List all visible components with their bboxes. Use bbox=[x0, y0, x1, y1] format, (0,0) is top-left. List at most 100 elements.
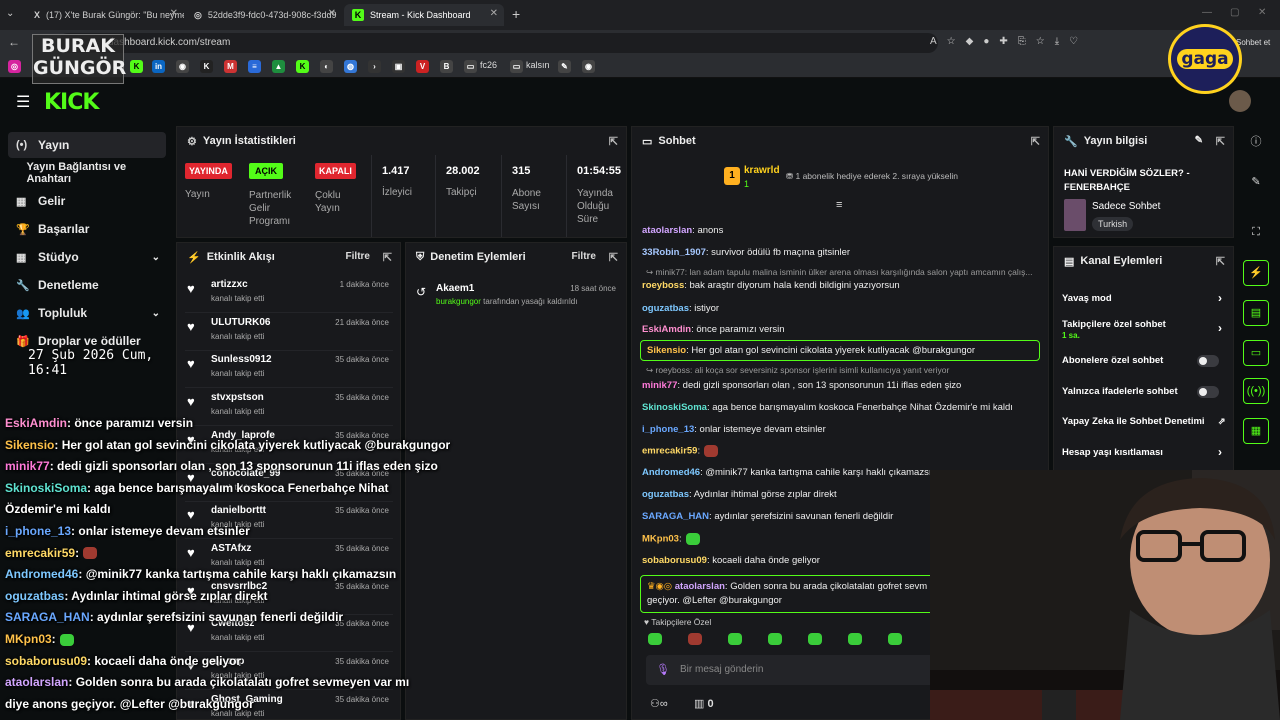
filter-button[interactable]: Filtre bbox=[346, 251, 370, 262]
chat-message[interactable]: roeyboss: bak araştır diyorum hala kendi… bbox=[642, 280, 1048, 291]
reward-icon[interactable]: ▥ 0 bbox=[694, 697, 714, 710]
bookmark-fc26[interactable]: fc26 bbox=[480, 60, 497, 70]
chat-username[interactable]: sobaborusu09 bbox=[642, 555, 707, 566]
chat-username[interactable]: emrecakir59 bbox=[642, 446, 697, 457]
sidebar-item-denetleme[interactable]: 🔧 Denetleme bbox=[8, 272, 166, 298]
edit-icon[interactable]: ✎ bbox=[1243, 170, 1269, 196]
chat-username[interactable]: roeyboss bbox=[642, 280, 684, 291]
mod-actor[interactable]: burakgungor bbox=[436, 297, 481, 306]
bookmark-icon[interactable]: ◍ bbox=[344, 60, 357, 73]
drive-bookmark-icon[interactable]: ▲ bbox=[272, 60, 285, 73]
activity-item[interactable]: ♥ Sunless0912 kanalı takip etti 35 dakika ö… bbox=[185, 350, 393, 389]
linkedin-bookmark-icon[interactable]: in bbox=[152, 60, 165, 73]
sidebar-item-topluluk[interactable]: 👥 Topluluk ⌄ bbox=[8, 300, 166, 326]
docs-bookmark-icon[interactable]: ≡ bbox=[248, 60, 261, 73]
folder-icon[interactable]: ▭ bbox=[464, 60, 477, 73]
top-gifter-name[interactable]: krawrld bbox=[744, 165, 780, 176]
action-slow-mode[interactable]: Yavaş mod › bbox=[1062, 291, 1230, 305]
chat-message[interactable]: oguzatbas: istiyor bbox=[642, 303, 1048, 314]
instagram-bookmark-icon[interactable]: ◎ bbox=[8, 60, 21, 73]
popout-icon[interactable]: ⇱ bbox=[1031, 135, 1040, 148]
bookmark-icon[interactable]: ◉ bbox=[176, 60, 189, 73]
bookmark-icon[interactable]: › bbox=[368, 60, 381, 73]
chat-username[interactable]: ataolarslan bbox=[675, 581, 725, 592]
action-account-age[interactable]: Hesap yaşı kısıtlaması › bbox=[1062, 445, 1230, 459]
emote-icon[interactable] bbox=[808, 633, 822, 645]
close-icon[interactable]: ✕ bbox=[328, 8, 336, 19]
mod-target-user[interactable]: Akaem1 bbox=[436, 283, 474, 294]
activity-user[interactable]: danielborttt bbox=[211, 505, 266, 516]
fullscreen-icon[interactable]: ⛶ bbox=[1243, 220, 1269, 246]
edit-icon[interactable]: ✎ bbox=[1195, 135, 1203, 146]
chat-username[interactable]: minik77 bbox=[642, 380, 677, 391]
close-icon[interactable]: ✕ bbox=[490, 8, 498, 19]
popout-icon[interactable]: ⇱ bbox=[1216, 135, 1225, 148]
gift-prompt[interactable]: ⛃ 1 abonelik hediye ederek 2. sıraya yük… bbox=[786, 171, 958, 182]
activity-item[interactable]: ♥ artizzxc kanalı takip etti 1 dakika önce bbox=[185, 275, 393, 313]
chat-username[interactable]: MKpn03 bbox=[642, 534, 679, 545]
copilot-label[interactable]: Sohbet et bbox=[1236, 38, 1270, 47]
activity-item[interactable]: ♥ stvxpstson kanalı takip etti 35 dakika ön… bbox=[185, 388, 393, 427]
bookmark-icon[interactable]: ✎ bbox=[558, 60, 571, 73]
chat-username[interactable]: oguzatbas bbox=[642, 303, 689, 314]
emote-picker-icon[interactable]: ⚇∞ bbox=[650, 697, 668, 710]
activity-user[interactable]: Sunless0912 bbox=[211, 354, 272, 365]
chat-message[interactable]: Sikensio: Her gol atan gol sevincini cik… bbox=[640, 340, 1040, 361]
popout-icon[interactable]: ⇱ bbox=[609, 135, 618, 148]
layout-icon[interactable]: ▦ bbox=[1243, 418, 1269, 444]
chat-icon[interactable]: ▭ bbox=[1243, 340, 1269, 366]
action-followers-only[interactable]: Takipçilere özel sohbet 1 sa. › bbox=[1062, 319, 1230, 341]
chat-username[interactable]: i_phone_13 bbox=[642, 424, 694, 435]
filter-button[interactable]: Filtre bbox=[572, 251, 596, 262]
sidebar-item-gelir[interactable]: ▦ Gelir bbox=[8, 188, 166, 214]
tab-x[interactable]: X (17) X'te Burak Güngör: "Bu neyme ✕ bbox=[26, 4, 184, 26]
url-input[interactable]: dashboard.kick.com/stream bbox=[58, 33, 938, 53]
activity-item[interactable]: ♥ ULUTURK06 kanalı takip etti 21 dakika önc… bbox=[185, 313, 393, 351]
activity-user[interactable]: ULUTURK06 bbox=[211, 317, 270, 328]
emote-icon[interactable] bbox=[888, 633, 902, 645]
sidebar-item-basarilar[interactable]: 🏆 Başarılar bbox=[8, 216, 166, 242]
gmail-bookmark-icon[interactable]: M bbox=[224, 60, 237, 73]
bookmark-icon[interactable]: K bbox=[200, 60, 213, 73]
bookmark-kalsin[interactable]: kalsın bbox=[526, 60, 550, 70]
folder-icon[interactable]: ▭ bbox=[510, 60, 523, 73]
chat-message[interactable]: ataolarslan: anons bbox=[642, 225, 1048, 236]
chat-username[interactable]: SkinoskiSoma bbox=[642, 402, 707, 413]
broadcast-icon[interactable]: ((•)) bbox=[1243, 378, 1269, 404]
maximize-icon[interactable]: ▢ bbox=[1230, 7, 1239, 18]
emote-icon[interactable] bbox=[648, 633, 662, 645]
emote-only-toggle[interactable] bbox=[1197, 386, 1219, 398]
chat-message[interactable]: SkinoskiSoma: aga bence barışmayalım kos… bbox=[642, 402, 1048, 413]
activity-user[interactable]: ASTAfxz bbox=[211, 543, 251, 554]
action-ai-moderation[interactable]: Yapay Zeka ile Sohbet Denetimi ⇗ bbox=[1062, 416, 1230, 427]
activity-user[interactable]: artizzxc bbox=[211, 279, 248, 290]
bookmark-icon[interactable]: ◐ bbox=[320, 60, 333, 73]
window-close-icon[interactable]: ✕ bbox=[1258, 7, 1266, 18]
tab-list-icon[interactable]: ⌄ bbox=[6, 8, 14, 19]
bookmark-icon[interactable]: ◉ bbox=[582, 60, 595, 73]
info-icon[interactable]: ⓘ bbox=[1243, 130, 1269, 156]
chat-username[interactable]: ataolarslan bbox=[642, 225, 692, 236]
chat-message[interactable]: 33Robin_1907: survivor ödülü fb maçına g… bbox=[642, 247, 1048, 258]
kick-logo[interactable]: KICK bbox=[44, 90, 99, 115]
emote-icon[interactable] bbox=[688, 633, 702, 645]
avatar[interactable] bbox=[1229, 90, 1251, 112]
popout-icon[interactable]: ⇱ bbox=[383, 251, 392, 264]
chat-username[interactable]: Sikensio bbox=[647, 345, 686, 356]
subscribers-only-toggle[interactable] bbox=[1197, 355, 1219, 367]
emote-icon[interactable] bbox=[768, 633, 782, 645]
document-icon[interactable]: ▤ bbox=[1243, 300, 1269, 326]
bookmark-icon[interactable]: ▣ bbox=[392, 60, 405, 73]
popout-icon[interactable]: ⇱ bbox=[1216, 255, 1225, 268]
lightning-icon[interactable]: ⚡ bbox=[1243, 260, 1269, 286]
sidebar-item-stream-key[interactable]: Yayın Bağlantısı ve Anahtarı bbox=[8, 160, 166, 186]
kick-bookmark-icon[interactable]: K bbox=[130, 60, 143, 73]
chat-username[interactable]: SARAGA_HAN bbox=[642, 511, 709, 522]
new-tab-button[interactable]: + bbox=[512, 6, 520, 22]
close-icon[interactable]: ✕ bbox=[170, 8, 178, 19]
bookmark-icon[interactable]: V bbox=[416, 60, 429, 73]
chat-username[interactable]: oguzatbas bbox=[642, 489, 689, 500]
activity-user[interactable]: stvxpstson bbox=[211, 392, 264, 403]
tab-kick-dashboard[interactable]: K Stream - Kick Dashboard ✕ bbox=[344, 4, 504, 26]
sidebar-item-yayin[interactable]: (•) Yayın bbox=[8, 132, 166, 158]
